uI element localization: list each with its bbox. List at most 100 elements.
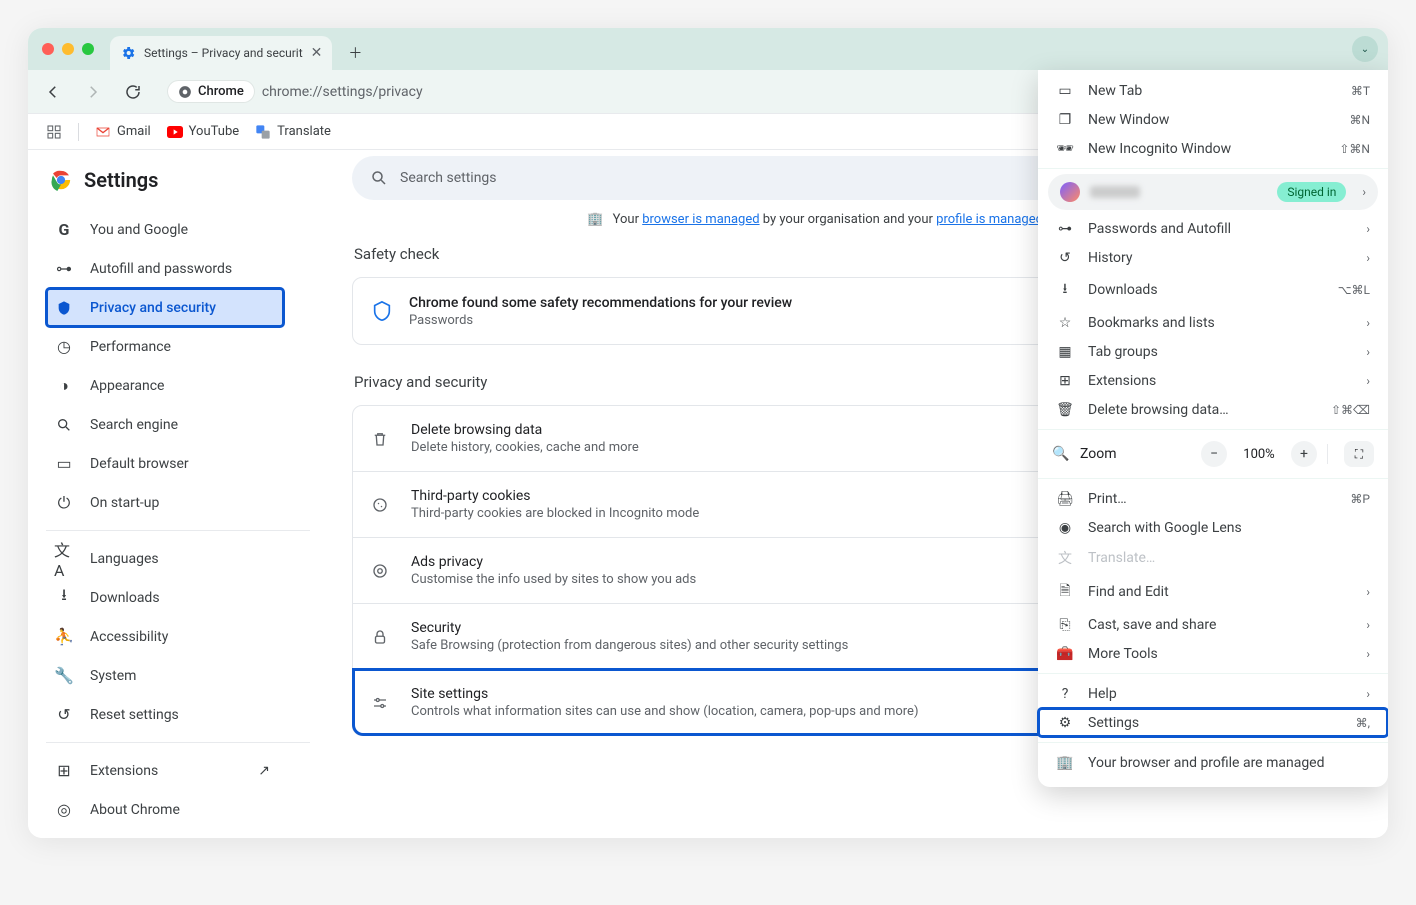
sidebar-item-accessibility[interactable]: ⛹Accessibility: [46, 617, 284, 656]
chevron-right-icon: ›: [1366, 345, 1370, 359]
accessibility-icon: ⛹: [54, 627, 74, 646]
building-icon: 🏢: [1056, 755, 1074, 771]
apps-grid-icon[interactable]: [46, 124, 62, 140]
chevron-right-icon: ›: [1366, 585, 1370, 599]
sidebar-item-search-engine[interactable]: Search engine: [46, 405, 284, 444]
tab-title: Settings – Privacy and securit: [144, 46, 303, 60]
settings-gear-icon: [120, 45, 136, 61]
star-icon: ☆: [1056, 315, 1074, 331]
puzzle-icon: ⊞: [54, 761, 74, 780]
zoom-out-button[interactable]: −: [1201, 441, 1227, 467]
menu-google-lens[interactable]: ◉Search with Google Lens: [1038, 513, 1388, 542]
forward-button[interactable]: [78, 77, 108, 107]
menu-extensions[interactable]: ⊞Extensions›: [1038, 366, 1388, 395]
new-tab-button[interactable]: ＋: [340, 38, 370, 68]
chrome-logo-icon: [178, 85, 192, 99]
menu-find-and-edit[interactable]: 🗎Find and Edit›: [1038, 574, 1388, 610]
close-window-button[interactable]: [42, 43, 54, 55]
site-info-label: Chrome: [198, 84, 244, 99]
menu-new-tab[interactable]: ▭New Tab⌘T: [1038, 76, 1388, 105]
download-icon: ⭳: [54, 584, 74, 611]
key-icon: ⊶: [1056, 221, 1074, 237]
menu-settings[interactable]: ⚙Settings⌘,: [1038, 708, 1388, 737]
menu-zoom-row: 🔍 Zoom − 100% + ⛶: [1038, 435, 1388, 473]
browser-tab[interactable]: Settings – Privacy and securit ✕: [110, 36, 332, 70]
sidebar-item-performance[interactable]: ◷Performance: [46, 327, 284, 366]
chrome-outline-icon: ◎: [54, 800, 74, 819]
reload-button[interactable]: [118, 77, 148, 107]
sidebar-item-about[interactable]: ◎About Chrome: [46, 790, 284, 829]
help-icon: ?: [1056, 686, 1074, 702]
menu-print[interactable]: 🖨Print…⌘P: [1038, 484, 1388, 513]
sidebar-item-system[interactable]: 🔧System: [46, 656, 284, 695]
sidebar-item-downloads[interactable]: ⭳Downloads: [46, 578, 284, 617]
search-icon: [370, 169, 388, 187]
menu-history[interactable]: ↺History›: [1038, 243, 1388, 272]
profile-managed-link[interactable]: profile is managed: [936, 212, 1043, 227]
back-button[interactable]: [38, 77, 68, 107]
sidebar-item-you-and-google[interactable]: GYou and Google: [46, 210, 284, 249]
sidebar-item-autofill[interactable]: ⊶Autofill and passwords: [46, 249, 284, 288]
menu-managed-notice[interactable]: 🏢Your browser and profile are managed: [1038, 748, 1388, 777]
lock-icon: [371, 628, 393, 646]
titlebar: Settings – Privacy and securit ✕ ＋ ⌄: [28, 28, 1388, 70]
palette-icon: ◑: [54, 376, 74, 396]
menu-new-window[interactable]: ❐New Window⌘N: [1038, 105, 1388, 134]
puzzle-icon: ⊞: [1056, 373, 1074, 389]
fullscreen-button[interactable]: ⛶: [1344, 441, 1374, 467]
redacted-profile-name: [1090, 186, 1140, 198]
cast-icon: ⎘: [1056, 617, 1074, 633]
download-icon: ⭳: [1056, 278, 1074, 302]
window-controls: [42, 43, 94, 55]
sidebar-item-extensions[interactable]: ⊞Extensions↗: [46, 751, 284, 790]
close-tab-icon[interactable]: ✕: [311, 45, 323, 61]
sidebar-item-default-browser[interactable]: ▭Default browser: [46, 444, 284, 483]
sidebar-item-privacy-security[interactable]: Privacy and security: [46, 288, 284, 327]
bookmark-youtube[interactable]: YouTube: [167, 124, 240, 139]
tab-icon: ▭: [1056, 83, 1074, 99]
signed-in-badge: Signed in: [1277, 182, 1346, 202]
menu-delete-browsing-data[interactable]: 🗑Delete browsing data…⇧⌘⌫: [1038, 395, 1388, 424]
menu-bookmarks[interactable]: ☆Bookmarks and lists›: [1038, 308, 1388, 337]
bookmark-translate[interactable]: Translate: [255, 124, 331, 140]
menu-help[interactable]: ?Help›: [1038, 679, 1388, 708]
maximize-window-button[interactable]: [82, 43, 94, 55]
menu-passwords[interactable]: ⊶Passwords and Autofill›: [1038, 214, 1388, 243]
translate-icon: 文A: [54, 537, 74, 580]
bookmark-gmail[interactable]: Gmail: [95, 124, 151, 140]
browser-managed-link[interactable]: browser is managed: [642, 212, 759, 227]
wrench-icon: 🔧: [54, 666, 74, 685]
chevron-right-icon: ›: [1366, 687, 1370, 701]
menu-more-tools[interactable]: 🧰More Tools›: [1038, 639, 1388, 668]
sidebar-item-reset[interactable]: ↺Reset settings: [46, 695, 284, 734]
divider: [46, 742, 310, 743]
chevron-right-icon: ›: [1366, 316, 1370, 330]
zoom-in-button[interactable]: +: [1291, 441, 1317, 467]
building-icon: 🏢: [587, 212, 603, 227]
translate-icon: [255, 124, 271, 140]
menu-tab-groups[interactable]: ▦Tab groups›: [1038, 337, 1388, 366]
zoom-icon: 🔍: [1052, 446, 1070, 462]
tabstrip-dropdown-button[interactable]: ⌄: [1352, 36, 1378, 62]
menu-cast-save-share[interactable]: ⎘Cast, save and share›: [1038, 610, 1388, 639]
search-icon: [54, 417, 74, 433]
menu-downloads[interactable]: ⭳Downloads⌥⌘L: [1038, 272, 1388, 308]
laptop-icon: ▭: [54, 454, 74, 473]
menu-divider: [1038, 478, 1388, 479]
site-info-chip[interactable]: Chrome: [168, 81, 254, 102]
menu-profile-row[interactable]: Signed in ›: [1048, 174, 1378, 210]
sidebar-item-on-startup[interactable]: ⏻On start-up: [46, 483, 284, 522]
minimize-window-button[interactable]: [62, 43, 74, 55]
safety-title: Chrome found some safety recommendations…: [409, 295, 792, 311]
document-search-icon: 🗎: [1056, 580, 1074, 604]
sidebar-item-languages[interactable]: 文ALanguages: [46, 539, 284, 578]
chevron-right-icon: ›: [1362, 185, 1366, 199]
browser-window: Settings – Privacy and securit ✕ ＋ ⌄ Chr…: [28, 28, 1388, 838]
gmail-icon: [95, 124, 111, 140]
translate-icon: 文: [1056, 548, 1074, 568]
chrome-logo-icon: [50, 169, 72, 191]
menu-new-incognito[interactable]: 🕶New Incognito Window⇧⌘N: [1038, 134, 1388, 163]
sidebar-item-appearance[interactable]: ◑Appearance: [46, 366, 284, 405]
zoom-value: 100%: [1237, 447, 1281, 462]
address-bar[interactable]: Chrome chrome://settings/privacy: [158, 76, 1071, 108]
